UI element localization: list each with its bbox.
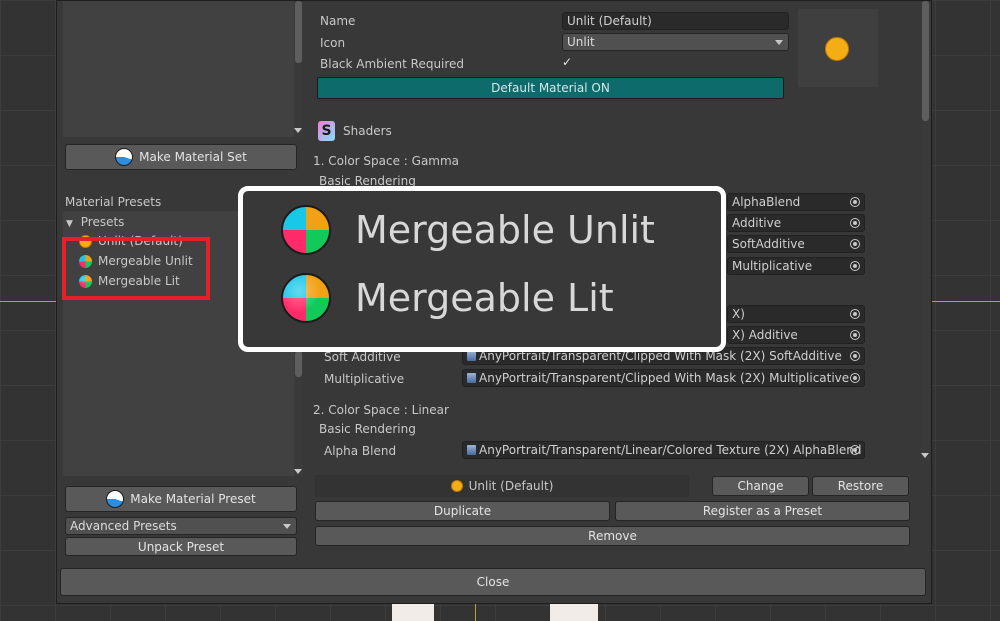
gamma-multiplicative-field[interactable]: Multiplicative [727,257,865,275]
field-value: X) Additive [732,328,798,342]
close-label: Close [476,575,510,589]
object-picker-icon[interactable] [850,330,860,340]
field-value: Multiplicative [732,259,813,273]
presets-scroll-thumb[interactable] [295,351,302,377]
register-preset-label: Register as a Preset [702,504,823,518]
selected-preset-display: Unlit (Default) [315,475,689,497]
object-picker-icon[interactable] [850,197,860,207]
object-picker-icon[interactable] [850,373,860,383]
change-button[interactable]: Change [712,476,809,496]
icon-dropdown-value: Unlit [567,35,595,49]
make-material-preset-label: Make Material Preset [130,492,256,506]
field-value: Additive [732,216,782,230]
shader-scroll-down-icon[interactable] [921,453,929,458]
name-label: Name [320,14,356,28]
field-value: SoftAdditive [732,237,805,251]
alpha-blend-label: Alpha Blend [324,444,397,458]
field-value: AnyPortrait/Transparent/Clipped With Mas… [479,371,850,385]
make-material-preset-button[interactable]: Make Material Preset [65,486,297,512]
object-picker-icon[interactable] [850,309,860,319]
restore-button[interactable]: Restore [812,476,909,496]
restore-label: Restore [837,479,884,493]
callout-lit-label: Mergeable Lit [355,276,614,320]
make-material-set-label: Make Material Set [139,150,247,164]
material-set-scroll-thumb[interactable] [295,1,302,63]
dropdown-arrow-icon [283,524,291,529]
material-set-scrollbar[interactable] [294,1,303,137]
advanced-presets-dropdown[interactable]: Advanced Presets [65,517,297,535]
icon-preview-box [798,9,878,87]
presets-folder-label: Presets [80,215,125,229]
presets-scroll-down-icon[interactable] [294,469,302,474]
gamma-mask-additive-field[interactable]: X) Additive [727,326,865,344]
black-ambient-label: Black Ambient Required [320,57,465,71]
remove-button[interactable]: Remove [315,526,910,546]
scroll-down-arrow-icon[interactable] [294,128,302,133]
icon-dropdown[interactable]: Unlit [562,33,789,51]
object-picker-icon[interactable] [850,445,860,455]
shader-icon: S [318,121,335,141]
register-preset-button[interactable]: Register as a Preset [615,501,910,521]
dropdown-arrow-icon [775,40,783,45]
zoom-callout: Mergeable Unlit Mergeable Lit [238,186,726,352]
field-value: X) [732,307,745,321]
change-label: Change [737,479,784,493]
unpack-preset-button[interactable]: Unpack Preset [65,537,297,556]
selected-preset-icon [450,480,463,492]
gamma-mask-alpha-field[interactable]: X) [727,305,865,323]
name-field[interactable]: Unlit (Default) [562,12,789,30]
shaders-header: S Shaders [318,121,392,141]
linear-section-heading: 2. Color Space : Linear [313,403,449,417]
shader-asset-icon [467,445,476,455]
object-picker-icon[interactable] [850,218,860,228]
anyportrait-logo-icon [115,148,134,166]
make-material-set-button[interactable]: Make Material Set [65,144,297,170]
field-value: AnyPortrait/Transparent/Linear/Colored T… [479,443,862,457]
close-button[interactable]: Close [60,568,926,596]
presets-folder[interactable]: ▼ Presets [66,215,124,229]
shader-asset-icon [467,351,476,361]
default-material-toggle[interactable]: Default Material ON [317,77,784,99]
preview-orange-circle-icon [825,37,849,61]
duplicate-button[interactable]: Duplicate [315,501,610,521]
callout-row-lit: Mergeable Lit [281,273,614,323]
soft-additive-label: Soft Additive [324,350,401,364]
linear-alpha-blend-field[interactable]: AnyPortrait/Transparent/Linear/Colored T… [462,441,865,459]
shader-asset-icon [467,373,476,383]
remove-label: Remove [588,529,637,543]
linear-basic-rendering-label: Basic Rendering [319,422,416,436]
callout-row-unlit: Mergeable Unlit [281,205,655,255]
mergeable-unlit-large-icon [281,205,331,255]
gamma-mask-multiplicative-field[interactable]: AnyPortrait/Transparent/Clipped With Mas… [462,369,865,387]
shaders-header-label: Shaders [343,124,392,138]
object-picker-icon[interactable] [850,261,860,271]
shader-list-scrollbar[interactable] [921,1,930,461]
folder-expand-arrow-icon[interactable]: ▼ [66,219,73,229]
default-material-label: Default Material ON [491,81,610,95]
black-ambient-checkbox[interactable]: ✓ [562,55,572,69]
gamma-alpha-blend-field[interactable]: AlphaBlend [727,193,865,211]
callout-unlit-label: Mergeable Unlit [355,208,655,252]
material-set-list[interactable] [63,1,295,137]
anyportrait-logo-icon [106,490,125,508]
gamma-additive-field[interactable]: Additive [727,214,865,232]
mergeable-lit-large-icon [281,273,331,323]
material-presets-heading: Material Presets [65,195,162,209]
gamma-soft-additive-field[interactable]: SoftAdditive [727,235,865,253]
selected-preset-label: Unlit (Default) [468,479,554,493]
field-value: AlphaBlend [732,195,801,209]
icon-label: Icon [320,36,346,50]
object-picker-icon[interactable] [850,239,860,249]
advanced-presets-value: Advanced Presets [70,519,177,533]
duplicate-label: Duplicate [433,504,492,518]
shader-list-scroll-thumb[interactable] [922,1,929,121]
object-picker-icon[interactable] [850,351,860,361]
unpack-preset-label: Unpack Preset [137,539,225,554]
gamma-section-heading: 1. Color Space : Gamma [313,154,460,168]
highlight-box [62,237,210,300]
multiplicative-label: Multiplicative [324,372,405,386]
